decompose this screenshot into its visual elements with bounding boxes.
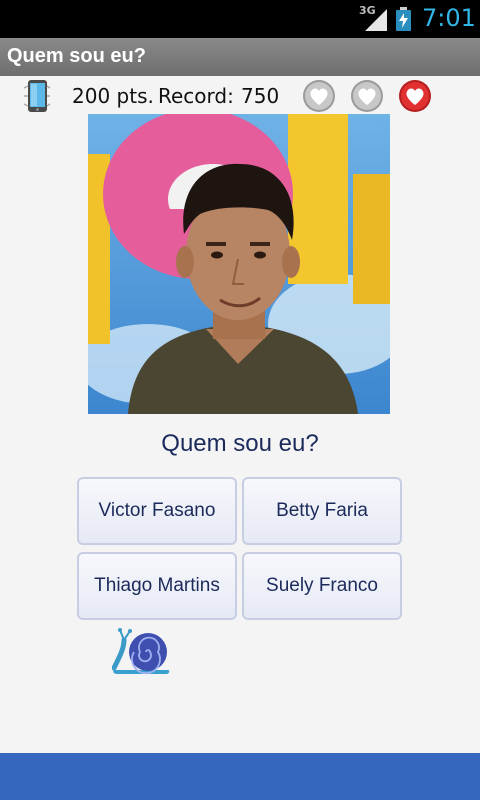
heart-gray-icon — [351, 80, 383, 112]
heart-gray-icon — [303, 80, 335, 112]
answer-button[interactable]: Thiago Martins — [77, 552, 237, 620]
phone-icon[interactable] — [20, 78, 54, 114]
record-label: Record: — [158, 84, 234, 108]
answer-button[interactable]: Victor Fasano — [77, 477, 237, 545]
battery-charging-icon — [396, 7, 411, 31]
question-text: Quem sou eu? — [161, 430, 319, 457]
answer-button[interactable]: Betty Faria — [242, 477, 402, 545]
answer-button[interactable]: Suely Franco — [242, 552, 402, 620]
record-value: 750 — [241, 84, 280, 108]
celebrity-photo — [88, 114, 390, 414]
clock: 7:01 — [422, 4, 476, 32]
signal-icon — [365, 9, 387, 31]
app-title: Quem sou eu? — [7, 45, 146, 67]
bottom-bar — [0, 753, 480, 800]
snail-icon — [112, 628, 170, 675]
heart-red-icon — [399, 80, 431, 112]
title-bar: Quem sou eu? — [0, 38, 480, 76]
status-bar: 3G 7:01 — [0, 0, 480, 38]
points-value: 200 pts. — [72, 84, 154, 108]
